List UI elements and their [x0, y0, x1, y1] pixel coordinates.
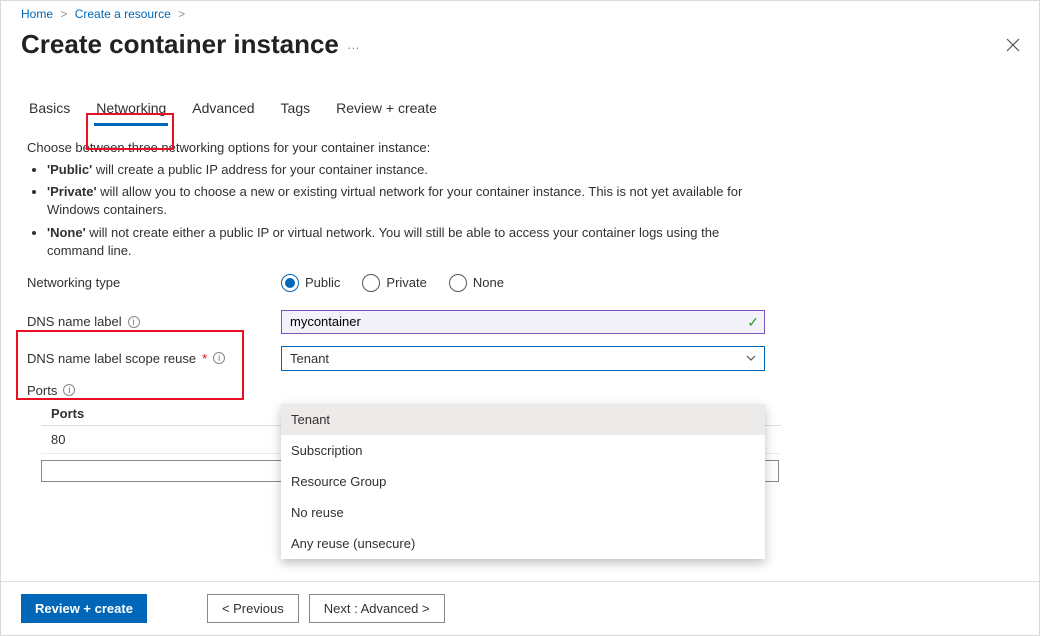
intro-text: Choose between three networking options …: [27, 140, 787, 155]
label-networking-type: Networking type: [27, 275, 120, 290]
page-root: Home > Create a resource > Create contai…: [0, 0, 1040, 636]
chevron-right-icon: >: [60, 7, 67, 21]
info-icon[interactable]: i: [128, 316, 140, 328]
dns-scope-select[interactable]: Tenant: [281, 346, 765, 371]
breadcrumb-home[interactable]: Home: [21, 7, 53, 21]
page-title: Create container instance: [21, 29, 339, 60]
more-icon[interactable]: …: [347, 37, 362, 52]
dropdown-option-tenant[interactable]: Tenant: [281, 404, 765, 435]
wizard-footer: Review + create < Previous Next : Advanc…: [1, 581, 1039, 635]
chevron-right-icon: >: [178, 7, 185, 21]
checkmark-icon: ✓: [747, 314, 759, 331]
page-header: Create container instance …: [1, 21, 1039, 60]
next-button[interactable]: Next : Advanced >: [309, 594, 445, 623]
radio-none[interactable]: None: [449, 274, 504, 292]
dropdown-option-no-reuse[interactable]: No reuse: [281, 497, 765, 528]
label-dns-scope: DNS name label scope reuse: [27, 351, 196, 366]
radio-icon: [449, 274, 467, 292]
review-create-button[interactable]: Review + create: [21, 594, 147, 623]
previous-button[interactable]: < Previous: [207, 594, 299, 623]
tab-tags[interactable]: Tags: [279, 94, 313, 126]
info-icon[interactable]: i: [63, 384, 75, 396]
required-mark: *: [202, 351, 207, 366]
intro-bullets: 'Public' will create a public IP address…: [47, 161, 767, 260]
tab-review[interactable]: Review + create: [334, 94, 439, 126]
select-value: Tenant: [290, 351, 329, 366]
networking-type-radiogroup: Public Private None: [281, 274, 504, 292]
row-dns-name: DNS name label i ✓: [27, 310, 1039, 334]
bullet-private: 'Private' will allow you to choose a new…: [47, 183, 767, 219]
tab-networking[interactable]: Networking: [94, 94, 168, 126]
dropdown-option-resource-group[interactable]: Resource Group: [281, 466, 765, 497]
dns-name-input[interactable]: [281, 310, 765, 334]
breadcrumb: Home > Create a resource >: [1, 1, 1039, 21]
dns-scope-dropdown: Tenant Subscription Resource Group No re…: [281, 404, 765, 559]
radio-icon: [362, 274, 380, 292]
chevron-down-icon: [746, 353, 756, 363]
tab-basics[interactable]: Basics: [27, 94, 72, 126]
wizard-tabs: Basics Networking Advanced Tags Review +…: [27, 94, 1039, 126]
close-icon[interactable]: [1005, 37, 1021, 53]
bullet-public: 'Public' will create a public IP address…: [47, 161, 767, 179]
bullet-none: 'None' will not create either a public I…: [47, 224, 767, 260]
radio-public[interactable]: Public: [281, 274, 340, 292]
label-dns-name: DNS name label: [27, 314, 122, 329]
radio-icon: [281, 274, 299, 292]
form-area: Networking type Public Private None: [27, 274, 1039, 482]
tab-advanced[interactable]: Advanced: [190, 94, 256, 126]
breadcrumb-create-resource[interactable]: Create a resource: [75, 7, 171, 21]
label-ports: Ports: [27, 383, 57, 398]
dropdown-option-subscription[interactable]: Subscription: [281, 435, 765, 466]
row-dns-scope: DNS name label scope reuse * i Tenant: [27, 346, 1039, 371]
dropdown-option-any-reuse[interactable]: Any reuse (unsecure): [281, 528, 765, 559]
info-icon[interactable]: i: [213, 352, 225, 364]
row-networking-type: Networking type Public Private None: [27, 274, 1039, 292]
radio-private[interactable]: Private: [362, 274, 426, 292]
